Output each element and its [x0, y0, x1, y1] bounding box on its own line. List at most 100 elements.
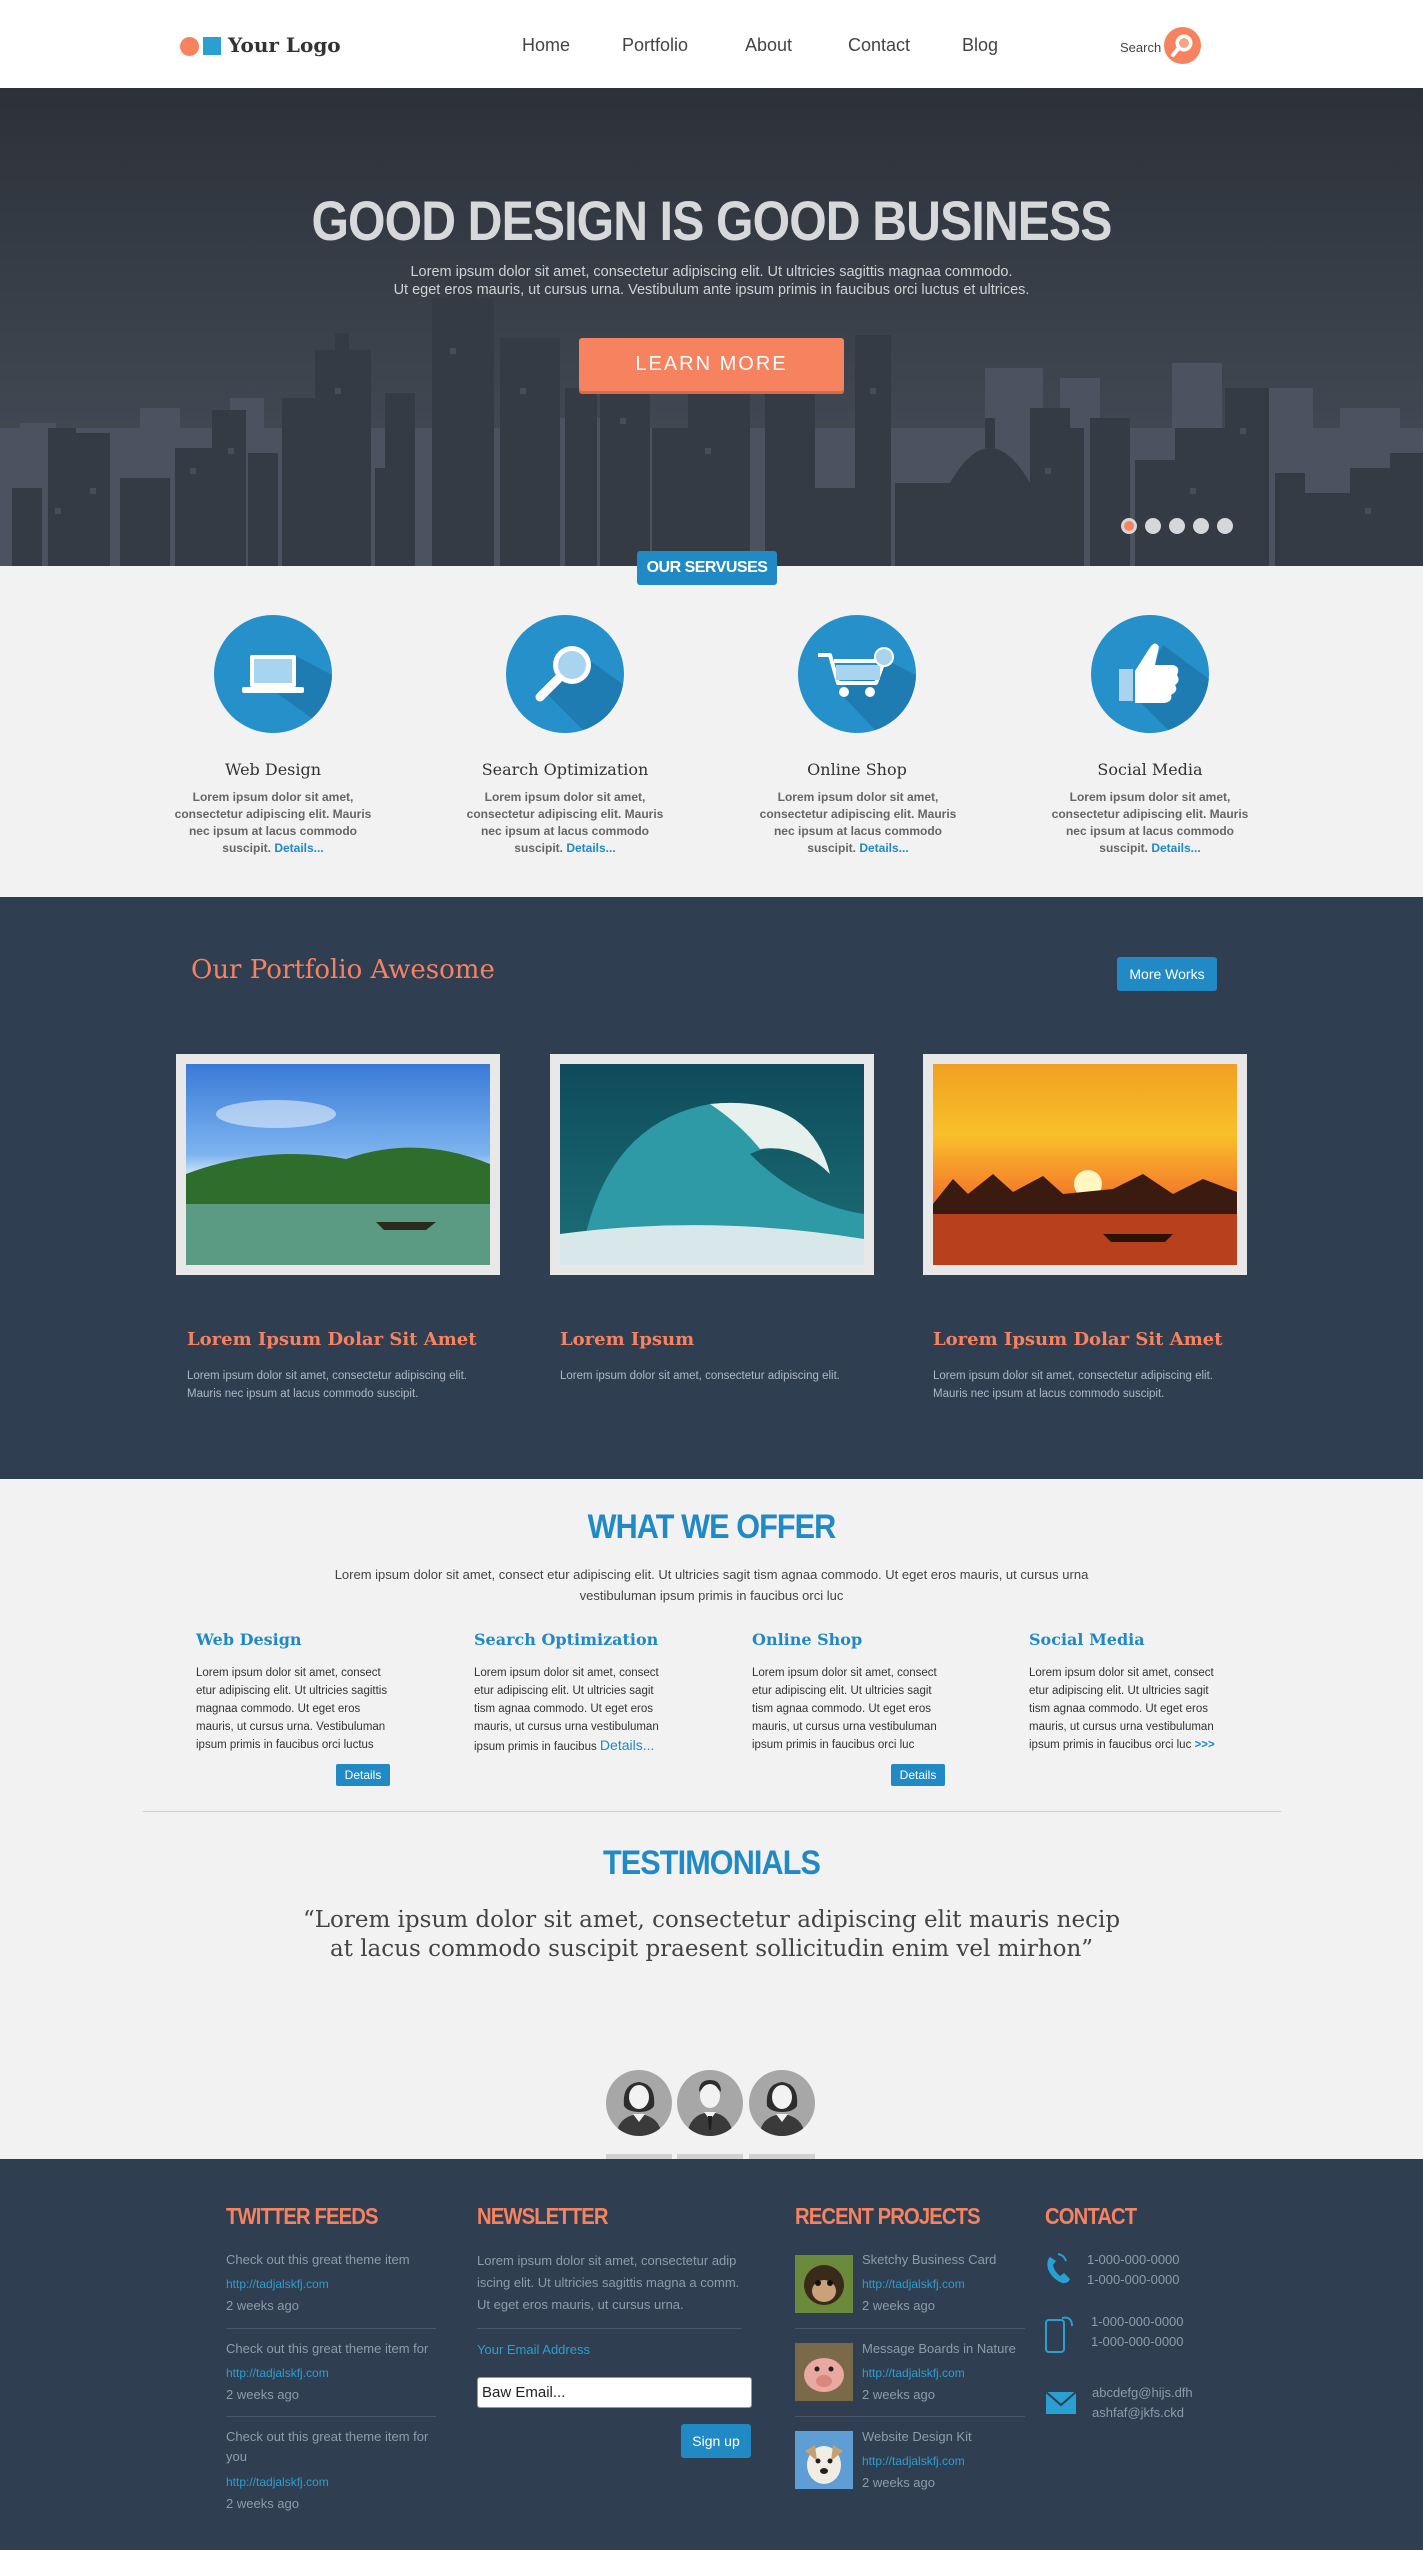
avatar-woman-2[interactable] [749, 2070, 815, 2136]
more-works-button[interactable]: More Works [1117, 957, 1217, 991]
service-text-social-media: Lorem ipsum dolor sit amet, consectetur … [1051, 790, 1249, 855]
offer-intro: Lorem ipsum dolor sit amet, consect etur… [334, 1567, 1089, 1603]
contact-title: CONTACT [1045, 2203, 1137, 2229]
contact-email[interactable]: abcdefg@hijs.dfh [1092, 2383, 1193, 2403]
mobile-number: 1-000-000-0000 [1091, 2314, 1184, 2329]
logo-square-icon [203, 37, 221, 55]
slider-dot-2[interactable] [1145, 518, 1161, 534]
nav-home[interactable]: Home [522, 35, 570, 56]
details-link[interactable]: Details... [1151, 841, 1200, 855]
details-link[interactable]: Details... [274, 841, 323, 855]
web-design-circle [214, 615, 332, 733]
tweet-text: Check out this great theme item for [226, 2341, 429, 2356]
avatar-man[interactable] [677, 2070, 743, 2136]
details-link[interactable]: Details... [600, 1737, 654, 1753]
details-button[interactable]: Details [336, 1764, 390, 1786]
nav-blog[interactable]: Blog [962, 35, 998, 56]
hero-banner: GOOD DESIGN IS GOOD BUSINESS Lorem ipsum… [0, 88, 1423, 566]
service-text-online-shop: Lorem ipsum dolor sit amet, consectetur … [759, 790, 957, 855]
woman-avatar-icon [759, 2082, 805, 2136]
logo-text[interactable]: Your Logo [228, 33, 341, 57]
portfolio-image-wave[interactable] [550, 1054, 874, 1275]
recent-projects-title: RECENT PROJECTS [795, 2203, 981, 2229]
tweet-link[interactable]: http://tadjalskfj.com [226, 2366, 329, 2380]
slider-dot-1[interactable] [1121, 518, 1137, 534]
project-link[interactable]: http://tadjalskfj.com [862, 2454, 965, 2468]
tweet-time: 2 weeks ago [226, 2387, 299, 2402]
tweet-link[interactable]: http://tadjalskfj.com [226, 2277, 329, 2291]
portfolio-image-lake[interactable] [176, 1054, 500, 1275]
email-field[interactable] [477, 2377, 752, 2408]
project-link[interactable]: http://tadjalskfj.com [862, 2366, 965, 2380]
service-title-social-media: Social Media [1097, 760, 1203, 779]
portfolio-item-text: Lorem ipsum dolor sit amet, consectetur … [560, 1370, 840, 1382]
project-time: 2 weeks ago [862, 2475, 935, 2490]
tweet-time: 2 weeks ago [226, 2298, 299, 2313]
site-footer: TWITTER FEEDS Check out this great theme… [0, 2159, 1423, 2550]
project-name[interactable]: Sketchy Business Card [862, 2250, 996, 2270]
project-thumb-dog[interactable] [795, 2431, 853, 2489]
woman-avatar-icon [616, 2082, 662, 2136]
twitter-feeds-title: TWITTER FEEDS [226, 2203, 378, 2229]
more-arrow-link[interactable]: >>> [1195, 1739, 1215, 1751]
footer-divider [795, 2328, 1025, 2329]
testimonials-title: TESTIMONIALS [602, 1844, 821, 1882]
footer-divider [477, 2328, 742, 2329]
hero-subtitle-line1: Lorem ipsum dolor sit amet, consectetur … [410, 264, 1013, 280]
phone-number: 1-000-000-0000 [1087, 2252, 1180, 2267]
mobile-icon [1045, 2316, 1073, 2353]
details-link[interactable]: Details... [566, 841, 615, 855]
mobile-number: 1-000-000-0000 [1091, 2334, 1184, 2349]
man-avatar-icon [687, 2080, 733, 2136]
portfolio-item-title[interactable]: Lorem Ipsum Dolar Sit Amet [933, 1329, 1223, 1350]
nav-portfolio[interactable]: Portfolio [622, 35, 688, 56]
contact-email[interactable]: ashfaf@jkfs.ckd [1092, 2403, 1184, 2423]
offer-item-text: Lorem ipsum dolor sit amet, consect etur… [1029, 1667, 1215, 1751]
footer-divider [226, 2328, 436, 2329]
thumbs-up-icon [1119, 643, 1209, 733]
tweet-text: Check out this great theme item for you [226, 2429, 429, 2464]
logo-circle-icon [180, 37, 199, 56]
portfolio-item-title[interactable]: Lorem Ipsum Dolar Sit Amet [187, 1329, 477, 1350]
laptop-icon [242, 655, 332, 733]
tweet-time: 2 weeks ago [226, 2496, 299, 2511]
tweet-link[interactable]: http://tadjalskfj.com [226, 2475, 329, 2489]
service-title-search-optimization: Search Optimization [481, 760, 649, 779]
search-icon [1171, 34, 1193, 57]
nav-contact[interactable]: Contact [848, 35, 910, 56]
email-label: Your Email Address [477, 2342, 590, 2357]
project-time: 2 weeks ago [862, 2298, 935, 2313]
details-button[interactable]: Details [891, 1764, 945, 1786]
project-name[interactable]: Message Boards in Nature [862, 2339, 1016, 2359]
offer-item-text: Lorem ipsum dolor sit amet, consect etur… [474, 1667, 659, 1753]
search-button[interactable] [1164, 27, 1201, 64]
slider-dot-4[interactable] [1193, 518, 1209, 534]
portfolio-item-text: Lorem ipsum dolor sit amet, consectetur … [187, 1370, 467, 1400]
project-thumb-monkey[interactable] [795, 2255, 853, 2313]
offer-item-title-search-optimization: Search Optimization [474, 1630, 659, 1649]
slider-dot-3[interactable] [1169, 518, 1185, 534]
phone-icon [1047, 2253, 1070, 2284]
site-header: Your Logo Home Portfolio About Contact B… [0, 0, 1423, 88]
avatar-woman[interactable] [606, 2070, 672, 2136]
sign-up-button[interactable]: Sign up [681, 2424, 751, 2458]
hero-title: GOOD DESIGN IS GOOD BUSINESS [311, 189, 1112, 252]
project-name[interactable]: Website Design Kit [862, 2427, 972, 2447]
portfolio-title: Our Portfolio Awesome [191, 955, 495, 985]
project-thumb-pig[interactable] [795, 2343, 853, 2401]
pig-image [804, 2358, 844, 2392]
service-text-search-optimization: Lorem ipsum dolor sit amet, consectetur … [466, 790, 664, 855]
city-skyline [0, 278, 1423, 566]
portfolio-item-title[interactable]: Lorem Ipsum [560, 1329, 694, 1350]
newsletter-title: NEWSLETTER [477, 2203, 609, 2229]
project-time: 2 weeks ago [862, 2387, 935, 2402]
details-link[interactable]: Details... [859, 841, 908, 855]
sunset-photo [933, 1170, 1237, 1265]
offer-item-title-web-design: Web Design [196, 1630, 302, 1649]
portfolio-image-sunset[interactable] [923, 1054, 1247, 1275]
project-link[interactable]: http://tadjalskfj.com [862, 2277, 965, 2291]
nav-about[interactable]: About [745, 35, 792, 56]
learn-more-button[interactable]: LEARN MORE [579, 338, 844, 391]
slider-dot-5[interactable] [1217, 518, 1233, 534]
offer-item-title-online-shop: Online Shop [752, 1630, 863, 1649]
